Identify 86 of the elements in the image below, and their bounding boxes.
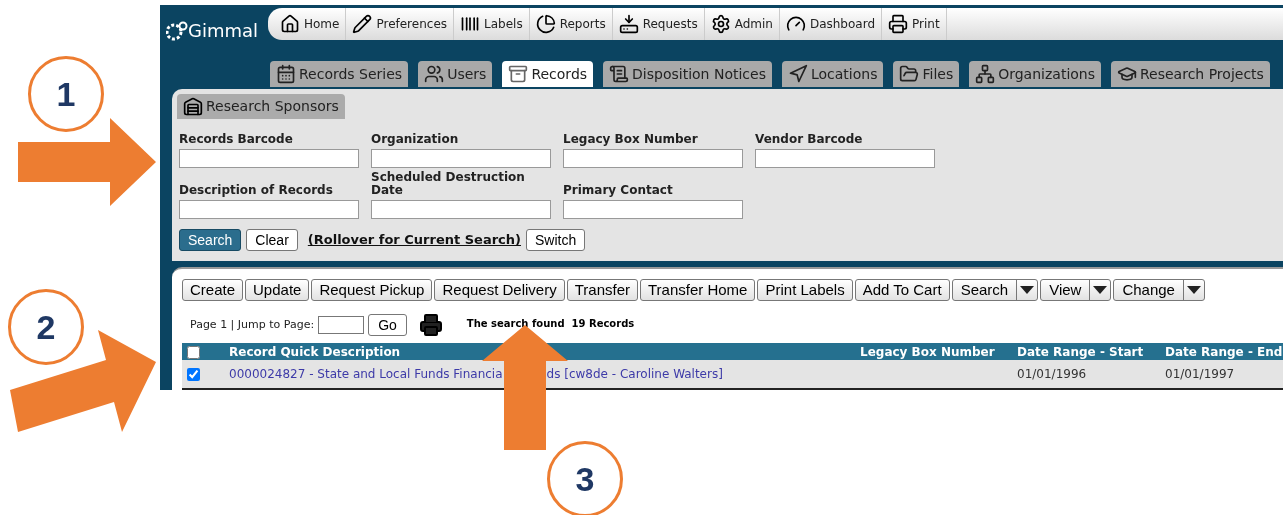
nav-item[interactable]: Preferences bbox=[346, 8, 454, 40]
input-field[interactable] bbox=[563, 149, 743, 168]
nav-item[interactable]: Admin bbox=[704, 8, 780, 40]
scroll-icon bbox=[609, 64, 630, 84]
printer-icon bbox=[888, 14, 909, 34]
warehouse-icon bbox=[183, 96, 203, 117]
toolbar-button[interactable]: Request Pickup bbox=[311, 279, 433, 301]
field-label: Legacy Box Number bbox=[563, 133, 699, 146]
field-label: Organization bbox=[371, 133, 460, 146]
column-header: Legacy Box Number bbox=[860, 344, 996, 361]
page-label: Page 1 | Jump to Page: bbox=[190, 316, 315, 333]
pencil-icon bbox=[352, 14, 373, 34]
nav-item[interactable]: Requests bbox=[612, 8, 705, 40]
clear-button[interactable]: Clear bbox=[246, 229, 298, 251]
result-count: The search found 19 Records bbox=[466, 316, 635, 331]
pie-chart-icon bbox=[535, 14, 556, 34]
gear-icon bbox=[710, 14, 731, 34]
switch-button[interactable]: Switch bbox=[526, 229, 586, 251]
graduation-cap-icon bbox=[1117, 64, 1137, 84]
nav-item[interactable]: Labels bbox=[454, 8, 530, 40]
search-button[interactable]: Search bbox=[179, 229, 242, 251]
hierarchy-icon bbox=[975, 64, 996, 84]
toolbar-button[interactable]: Update bbox=[245, 279, 310, 301]
pointer-icon bbox=[787, 64, 808, 84]
logo: Gimmal bbox=[160, 5, 268, 44]
rollover-link[interactable]: (Rollover for Current Search) bbox=[307, 230, 521, 250]
folder-icon bbox=[899, 64, 920, 84]
tab[interactable]: Research Sponsors bbox=[177, 94, 345, 119]
tab[interactable]: Records bbox=[502, 61, 594, 87]
caret-icon bbox=[1020, 286, 1035, 294]
tab[interactable]: Records Series bbox=[270, 61, 409, 87]
field-label: Primary Contact bbox=[563, 184, 674, 197]
toolbar-button[interactable]: Print Labels bbox=[757, 279, 853, 301]
tab[interactable]: Disposition Notices bbox=[603, 61, 772, 87]
input-field[interactable] bbox=[371, 200, 551, 219]
printer-icon[interactable] bbox=[418, 313, 443, 337]
toolbar-button[interactable]: Transfer Home bbox=[640, 279, 756, 301]
table-cell-text: 01/01/1997 bbox=[1165, 366, 1236, 383]
tab[interactable]: Organizations bbox=[969, 61, 1101, 87]
dropdown-button[interactable]: Change bbox=[1113, 279, 1205, 301]
gear-logo-icon bbox=[166, 20, 188, 41]
caret-icon bbox=[1093, 286, 1108, 294]
house-icon bbox=[280, 14, 300, 34]
barcode-icon bbox=[460, 14, 480, 34]
field-label: Scheduled Destruction Date bbox=[371, 171, 526, 197]
toolbar-button[interactable]: Create bbox=[182, 279, 244, 301]
callout-number: 1 bbox=[28, 56, 104, 132]
callout-number: 2 bbox=[8, 289, 84, 365]
select-all-checkbox[interactable] bbox=[187, 345, 200, 359]
toolbar-button[interactable]: Transfer bbox=[566, 279, 638, 301]
dropdown-button[interactable]: View bbox=[1040, 279, 1112, 301]
tab[interactable]: Research Projects bbox=[1111, 61, 1270, 87]
gauge-icon bbox=[785, 14, 806, 34]
row-checkbox[interactable] bbox=[187, 367, 200, 381]
tab[interactable]: Locations bbox=[781, 61, 884, 87]
nav-item[interactable]: Home bbox=[274, 8, 347, 40]
box-icon bbox=[508, 64, 529, 84]
tray-download-icon bbox=[618, 14, 639, 34]
toolbar-button[interactable]: Request Delivery bbox=[434, 279, 565, 301]
input-field[interactable] bbox=[179, 200, 359, 219]
nav-item[interactable]: Print bbox=[882, 8, 947, 40]
field-label: Vendor Barcode bbox=[755, 133, 864, 146]
go-button[interactable]: Go bbox=[368, 314, 407, 336]
tab[interactable]: Users bbox=[418, 61, 493, 87]
input-field[interactable] bbox=[371, 149, 551, 168]
column-header: Record Quick Description bbox=[229, 344, 402, 361]
caret-icon bbox=[1186, 286, 1201, 294]
field-label: Description of Records bbox=[179, 184, 334, 197]
people-icon bbox=[424, 64, 445, 84]
toolbar-button[interactable]: Add To Cart bbox=[854, 279, 950, 301]
input-field[interactable] bbox=[563, 200, 743, 219]
column-header: Date Range - End bbox=[1165, 344, 1283, 361]
record-link[interactable]: 0000024827 - State and Local Funds Financia bbox=[229, 365, 503, 383]
input-field[interactable] bbox=[755, 149, 935, 168]
column-header: Date Range - Start bbox=[1017, 344, 1145, 361]
calendar-icon bbox=[276, 64, 296, 84]
input-field[interactable] bbox=[179, 149, 359, 168]
callout-number: 3 bbox=[547, 441, 623, 515]
record-link[interactable]: ds [cw8de - Caroline Walters] bbox=[546, 365, 723, 383]
page-input[interactable] bbox=[318, 316, 365, 334]
nav-item[interactable]: Reports bbox=[529, 8, 613, 40]
field-label: Records Barcode bbox=[179, 133, 294, 146]
nav-item[interactable]: Dashboard bbox=[779, 8, 883, 40]
dropdown-button[interactable]: Search bbox=[951, 279, 1039, 301]
tab[interactable]: Files bbox=[893, 61, 960, 87]
table-cell-text: 01/01/1996 bbox=[1017, 366, 1088, 383]
